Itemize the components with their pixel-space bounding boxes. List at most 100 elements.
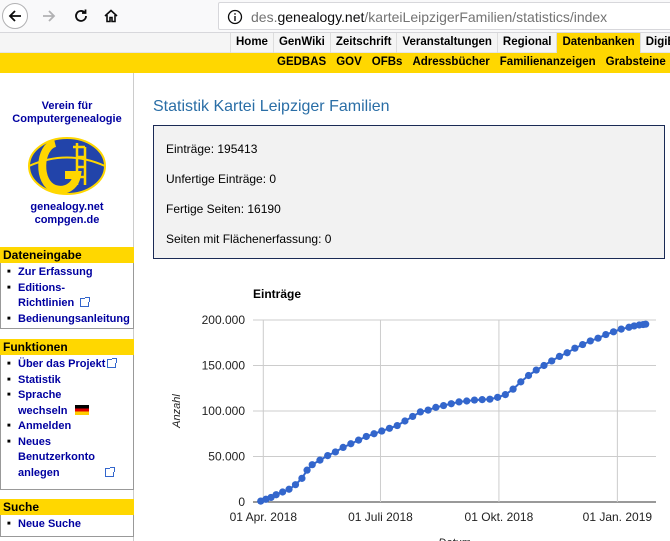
data-point xyxy=(409,412,417,421)
data-point xyxy=(594,334,602,342)
url-prefix: des. xyxy=(251,9,278,25)
data-point xyxy=(385,424,394,432)
link-zur-erfassung[interactable]: Zur Erfassung xyxy=(7,265,133,281)
data-point xyxy=(339,443,347,451)
menu-item-digibib[interactable]: DigiBib xyxy=(639,33,670,53)
data-point xyxy=(298,474,306,482)
submenu-item-adressbücher[interactable]: Adressbücher xyxy=(407,53,494,73)
arrow-right-icon xyxy=(43,10,56,22)
submenu-item-gedbas[interactable]: GEDBAS xyxy=(272,53,331,73)
entries-line-chart: 0 50.000 100.000 150.000 200.000 01 Apr. 2018… xyxy=(171,287,656,541)
x-tick-label: 01 Apr. 2018 xyxy=(230,510,298,524)
data-point xyxy=(331,448,340,456)
link-ueber-das-projekt[interactable]: Über das Projekt xyxy=(7,357,133,373)
stat-seiten-flaechenerfassung: Seiten mit Flächenerfassung: 0 xyxy=(166,232,332,246)
link-neues-benutzerkonto-label: Neues Benutzerkonto anlegen xyxy=(18,435,95,479)
data-point xyxy=(555,352,564,360)
data-point xyxy=(532,366,540,374)
primary-menu: Home GenWiki Zeitschrift Veranstaltungen Reg… xyxy=(0,33,670,53)
link-neues-benutzerkonto[interactable]: Neues Benutzerkonto anlegen xyxy=(7,435,133,482)
info-icon[interactable] xyxy=(227,9,243,25)
data-point xyxy=(509,385,517,393)
menu-item-datenbanken[interactable]: Datenbanken xyxy=(556,33,640,53)
data-point xyxy=(571,344,579,352)
y-tick-label: 200.000 xyxy=(202,313,246,327)
data-point xyxy=(478,396,486,404)
data-point xyxy=(524,371,533,380)
site-link-genealogy[interactable]: genealogy.net xyxy=(0,201,134,214)
section-suche-header: Suche xyxy=(0,499,134,515)
org-line-2: Computergenealogie xyxy=(12,113,122,125)
external-link-icon xyxy=(105,466,115,477)
stat-eintraege: Einträge: 195413 xyxy=(166,142,258,156)
data-point xyxy=(279,488,287,496)
secondary-menu-items: GEDBAS GOV OFBs Adressbücher Familienanzeige… xyxy=(272,53,670,73)
site-link-compgen[interactable]: compgen.de xyxy=(0,214,134,227)
secondary-menu: GEDBAS GOV OFBs Adressbücher Familienanzeige… xyxy=(0,53,670,73)
data-point xyxy=(586,337,594,345)
data-point xyxy=(354,436,363,444)
data-point xyxy=(308,461,316,469)
home-button[interactable] xyxy=(98,3,124,29)
link-statistik-label: Statistik xyxy=(18,373,61,386)
section-dateneingabe-box: Zur Erfassung Editions-Richtlinien Bedie… xyxy=(0,263,134,329)
link-neue-suche-label: Neue Suche xyxy=(18,518,81,530)
submenu-item-ofbs[interactable]: OFBs xyxy=(367,53,408,73)
link-statistik[interactable]: Statistik xyxy=(7,373,133,389)
browser-toolbar: des.genealogy.net/karteiLeipzigerFamilie… xyxy=(0,0,670,33)
submenu-item-grabsteine[interactable]: Grabsteine xyxy=(601,53,670,73)
arrow-left-icon xyxy=(8,10,21,22)
link-bedienungsanleitung[interactable]: Bedienungsanleitung xyxy=(7,312,133,328)
section-suche-box: Neue Suche xyxy=(0,515,134,537)
link-editions-richtlinien[interactable]: Editions-Richtlinien xyxy=(7,281,133,312)
link-editions-richtlinien-label: Editions-Richtlinien xyxy=(18,281,75,310)
forward-button[interactable] xyxy=(36,3,62,29)
link-anmelden[interactable]: Anmelden xyxy=(7,419,133,435)
data-point xyxy=(517,378,525,386)
url-path: /karteiLeipzigerFamilien/statistics/inde… xyxy=(364,9,608,25)
data-point xyxy=(494,393,502,401)
y-tick-label: 100.000 xyxy=(202,404,246,418)
data-point xyxy=(463,397,471,405)
data-point xyxy=(324,451,332,460)
url-text[interactable]: des.genealogy.net/karteiLeipzigerFamilie… xyxy=(251,9,607,25)
x-tick-label: 01 Okt. 2018 xyxy=(465,510,534,524)
reload-icon xyxy=(75,9,87,22)
menu-item-genwiki[interactable]: GenWiki xyxy=(272,33,330,53)
data-point xyxy=(447,400,455,408)
page-title: Statistik Kartei Leipziger Familien xyxy=(153,98,390,115)
section-funktionen-box: Über das Projekt Statistik Sprache wechs… xyxy=(0,355,134,490)
x-tick-label: 01 Juli 2018 xyxy=(348,510,413,524)
menu-item-home[interactable]: Home xyxy=(230,33,273,53)
back-button[interactable] xyxy=(2,3,28,29)
link-bedienungsanleitung-label: Bedienungsanleitung xyxy=(18,312,130,325)
x-axis-label: Datum xyxy=(438,537,470,541)
data-point xyxy=(455,398,463,406)
org-line-1: Verein für xyxy=(41,100,93,112)
compgen-logo-icon[interactable] xyxy=(25,135,109,197)
submenu-item-familienanzeigen[interactable]: Familienanzeigen xyxy=(495,53,601,73)
url-domain: genealogy.net xyxy=(277,9,365,25)
reload-button[interactable] xyxy=(68,3,94,29)
data-point xyxy=(563,349,571,357)
data-point xyxy=(285,485,293,493)
data-point xyxy=(540,361,548,370)
link-neue-suche[interactable]: Neue Suche xyxy=(7,517,133,533)
data-point xyxy=(642,320,650,328)
url-bar[interactable]: des.genealogy.net/karteiLeipzigerFamilie… xyxy=(218,2,670,30)
stat-unfertige-eintraege: Unfertige Einträge: 0 xyxy=(166,172,277,186)
link-sprache-wechseln[interactable]: Sprache wechseln xyxy=(7,388,133,419)
data-point xyxy=(347,440,355,448)
menu-item-zeitschrift[interactable]: Zeitschrift xyxy=(329,33,397,53)
menu-item-regional[interactable]: Regional xyxy=(496,33,557,53)
data-point xyxy=(303,466,311,474)
data-point xyxy=(362,432,370,441)
data-point xyxy=(393,421,401,430)
submenu-item-gov[interactable]: GOV xyxy=(331,53,367,73)
data-point xyxy=(291,481,300,489)
y-tick-label: 150.000 xyxy=(202,359,246,373)
data-point xyxy=(486,395,494,403)
menu-item-veranstaltungen[interactable]: Veranstaltungen xyxy=(396,33,496,53)
site-names: genealogy.net compgen.de xyxy=(0,201,134,227)
stat-fertige-seiten: Fertige Seiten: 16190 xyxy=(166,202,281,216)
